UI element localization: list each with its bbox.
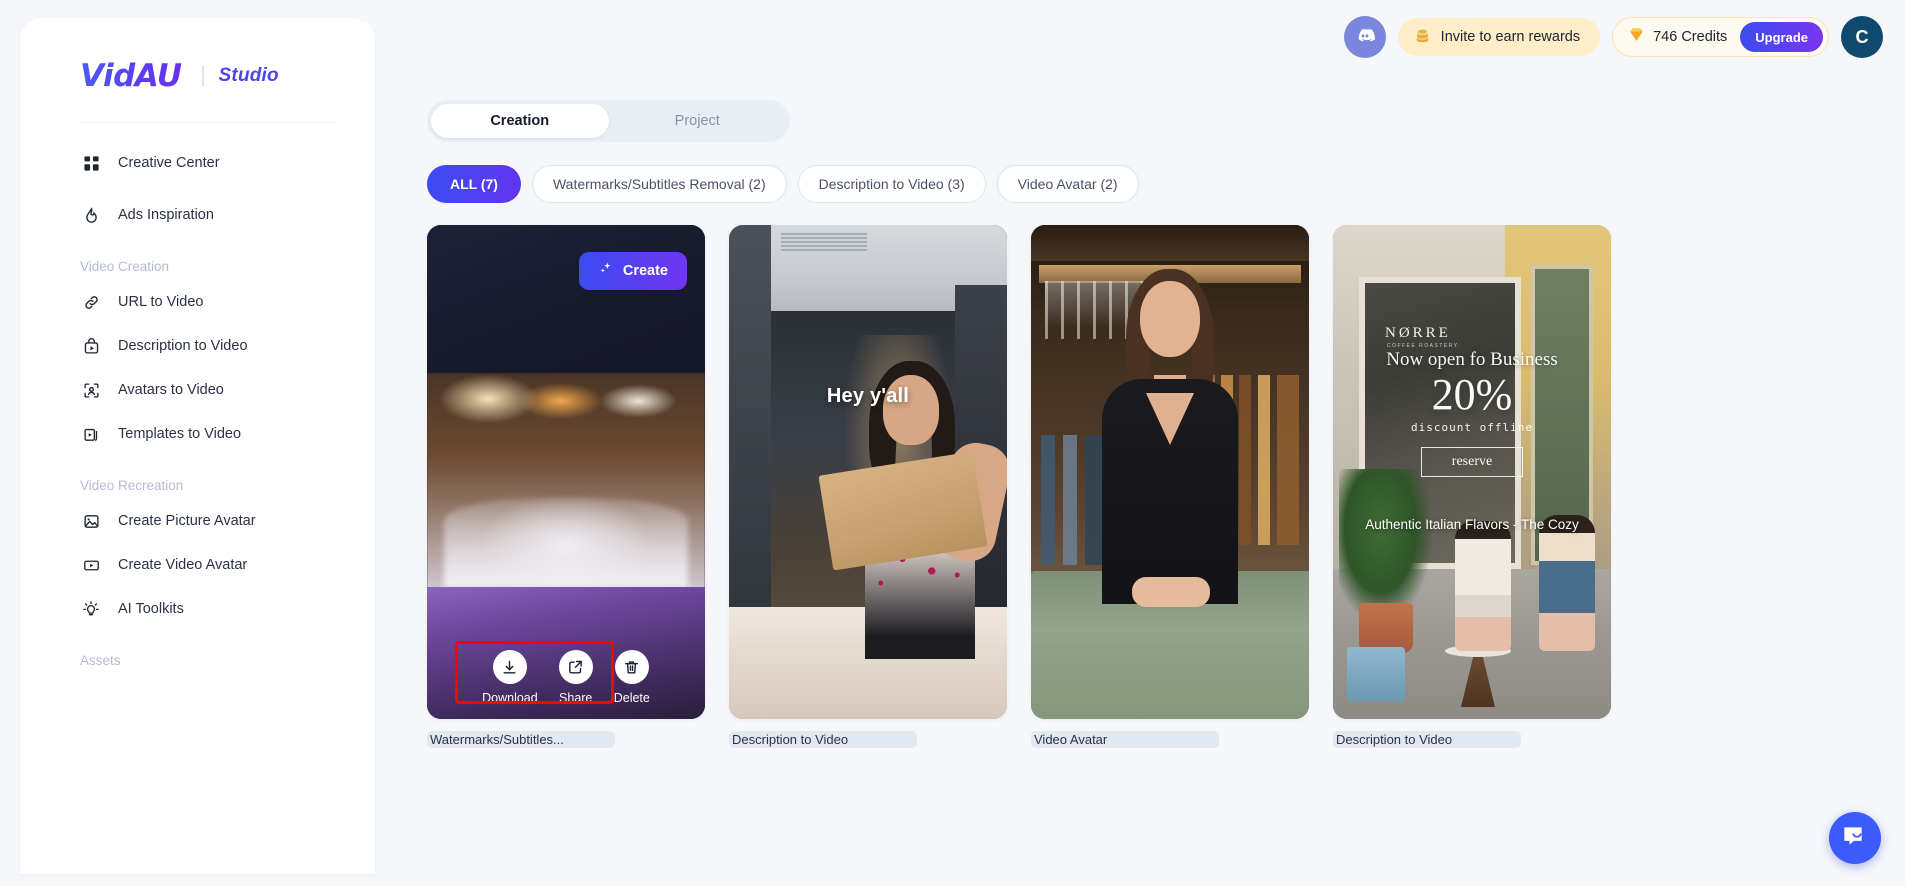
tab-group: Creation Project [427,100,790,142]
trash-icon [614,650,649,684]
sidebar-item-creative-center[interactable]: Creative Center [42,141,353,185]
flame-icon [80,204,102,226]
share-label: Share [559,691,593,705]
card-title-text: Video Avatar [1034,732,1108,747]
card-title: Description to Video [729,731,917,748]
chat-bubble-icon [1840,823,1870,854]
download-label: Download [482,691,538,705]
main-content: Creation Project ALL (7) Watermarks/Subt… [375,0,1905,886]
download-button[interactable]: Download [482,650,538,705]
delete-button[interactable]: Delete [614,650,650,705]
creation-card[interactable]: NØRRE COFFEE ROASTERY Now open fo Busine… [1333,225,1611,748]
sidebar-item-label: Create Picture Avatar [118,513,256,529]
filter-chip-watermarks-subtitles-removal[interactable]: Watermarks/Subtitles Removal (2) [531,165,787,203]
sidebar-item-description-to-video[interactable]: Description to Video [42,324,353,368]
create-button-label: Create [622,263,668,279]
tab-creation[interactable]: Creation [431,104,609,138]
scene-vent [781,231,867,253]
image-icon [80,510,102,532]
person-hands [1132,577,1210,607]
card-thumb-top-region [427,225,705,375]
video-caption: Hey y'all [826,385,910,407]
sidebar-section-video-creation: Video Creation [80,259,170,274]
video-caption: Authentic Italian Flavors - The Cozy [1365,517,1579,532]
person-head [1140,281,1200,357]
brand[interactable]: VidAU Studio [20,18,375,96]
sidebar-item-label: Templates to Video [118,426,242,442]
templates-icon [80,423,102,445]
app-root: VidAU Studio Creative Center Ads Inspira… [0,0,1905,886]
link-icon [80,291,102,313]
brand-divider [201,65,204,87]
sidebar-item-label: Avatars to Video [118,382,224,398]
sidebar-item-avatars-to-video[interactable]: Avatars to Video [42,368,353,412]
card-thumbnail[interactable] [1031,225,1309,719]
sidebar-item-label: Ads Inspiration [118,207,214,223]
filter-chip-all[interactable]: ALL (7) [427,165,521,203]
sidebar-section-assets: Assets [80,653,121,668]
card-title: Description to Video [1333,731,1521,748]
sidebar-item-label: Create Video Avatar [118,557,248,573]
card-action-bar: Download Share Delete [427,650,705,705]
creation-card[interactable]: Create Download Share Delete Watermarks/… [427,225,705,748]
tab-project[interactable]: Project [609,104,787,138]
sidebar-item-label: Creative Center [118,155,220,171]
sidebar-item-templates-to-video[interactable]: Templates to Video [42,412,353,456]
sidebar-item-label: AI Toolkits [118,601,184,617]
video-play-icon [80,554,102,576]
overlay-discount-note: discount offline [1411,421,1533,434]
sidebar-nav: Creative Center Ads Inspiration Video Cr… [20,123,375,674]
card-thumbnail[interactable]: NØRRE COFFEE ROASTERY Now open fo Busine… [1333,225,1611,719]
filter-chip-group: ALL (7) Watermarks/Subtitles Removal (2)… [427,165,1905,203]
sidebar-item-ads-inspiration[interactable]: Ads Inspiration [42,193,353,237]
sparkle-icon [598,261,614,281]
filter-chip-video-avatar[interactable]: Video Avatar (2) [996,165,1139,203]
card-thumb-scene: NØRRE COFFEE ROASTERY Now open fo Busine… [1333,225,1611,719]
share-button[interactable]: Share [558,650,593,705]
scene-person [1084,269,1256,607]
card-title: Watermarks/Subtitles... [427,731,615,748]
sidebar-item-url-to-video[interactable]: URL to Video [42,280,353,324]
scene-left-wall [729,225,771,645]
sidebar-item-ai-toolkits[interactable]: AI Toolkits [42,587,353,631]
filter-chip-description-to-video[interactable]: Description to Video (3) [797,165,986,203]
card-title-text: Description to Video [1336,732,1453,747]
sidebar-item-create-video-avatar[interactable]: Create Video Avatar [42,543,353,587]
video-bag-icon [80,335,102,357]
overlay-cta: reserve [1421,447,1523,477]
avatar-frame-icon [80,379,102,401]
sidebar-section-video-recreation: Video Recreation [80,478,184,493]
card-thumbnail[interactable]: Hey y'all [729,225,1007,719]
sidebar-item-create-picture-avatar[interactable]: Create Picture Avatar [42,499,353,543]
overlay-text-layer: NØRRE COFFEE ROASTERY Now open fo Busine… [1333,225,1611,719]
create-button[interactable]: Create [578,252,687,290]
sidebar-item-label: Description to Video [118,338,248,354]
sidebar-item-label: URL to Video [118,294,204,310]
download-icon [492,650,527,684]
brand-logo: VidAU [80,58,182,94]
overlay-headline: Now open fo Business [1386,349,1558,370]
grid-icon [80,152,102,174]
sidebar: VidAU Studio Creative Center Ads Inspira… [20,18,375,874]
card-thumb-scene [1031,225,1309,719]
card-thumbnail[interactable]: Create Download Share Delete [427,225,705,719]
card-title: Video Avatar [1031,731,1219,748]
overlay-percent: 20% [1431,370,1513,419]
creation-card[interactable]: Hey y'all Description to Video [729,225,1007,748]
share-icon [558,650,593,684]
chat-launcher-button[interactable] [1829,812,1881,864]
scene-ceiling [1031,225,1309,261]
delete-label: Delete [613,691,650,705]
card-title-text: Watermarks/Subtitles... [430,732,564,747]
card-thumb-middle-region [427,373,705,588]
lightbulb-icon [80,598,102,620]
creation-card-grid: Create Download Share Delete Watermarks/… [427,225,1905,748]
shop-name: NØRRE [1385,325,1451,341]
card-thumb-scene: Hey y'all [729,225,1007,719]
creation-card[interactable]: Video Avatar [1031,225,1309,748]
brand-suffix: Studio [218,65,279,86]
card-title-text: Description to Video [732,732,849,747]
